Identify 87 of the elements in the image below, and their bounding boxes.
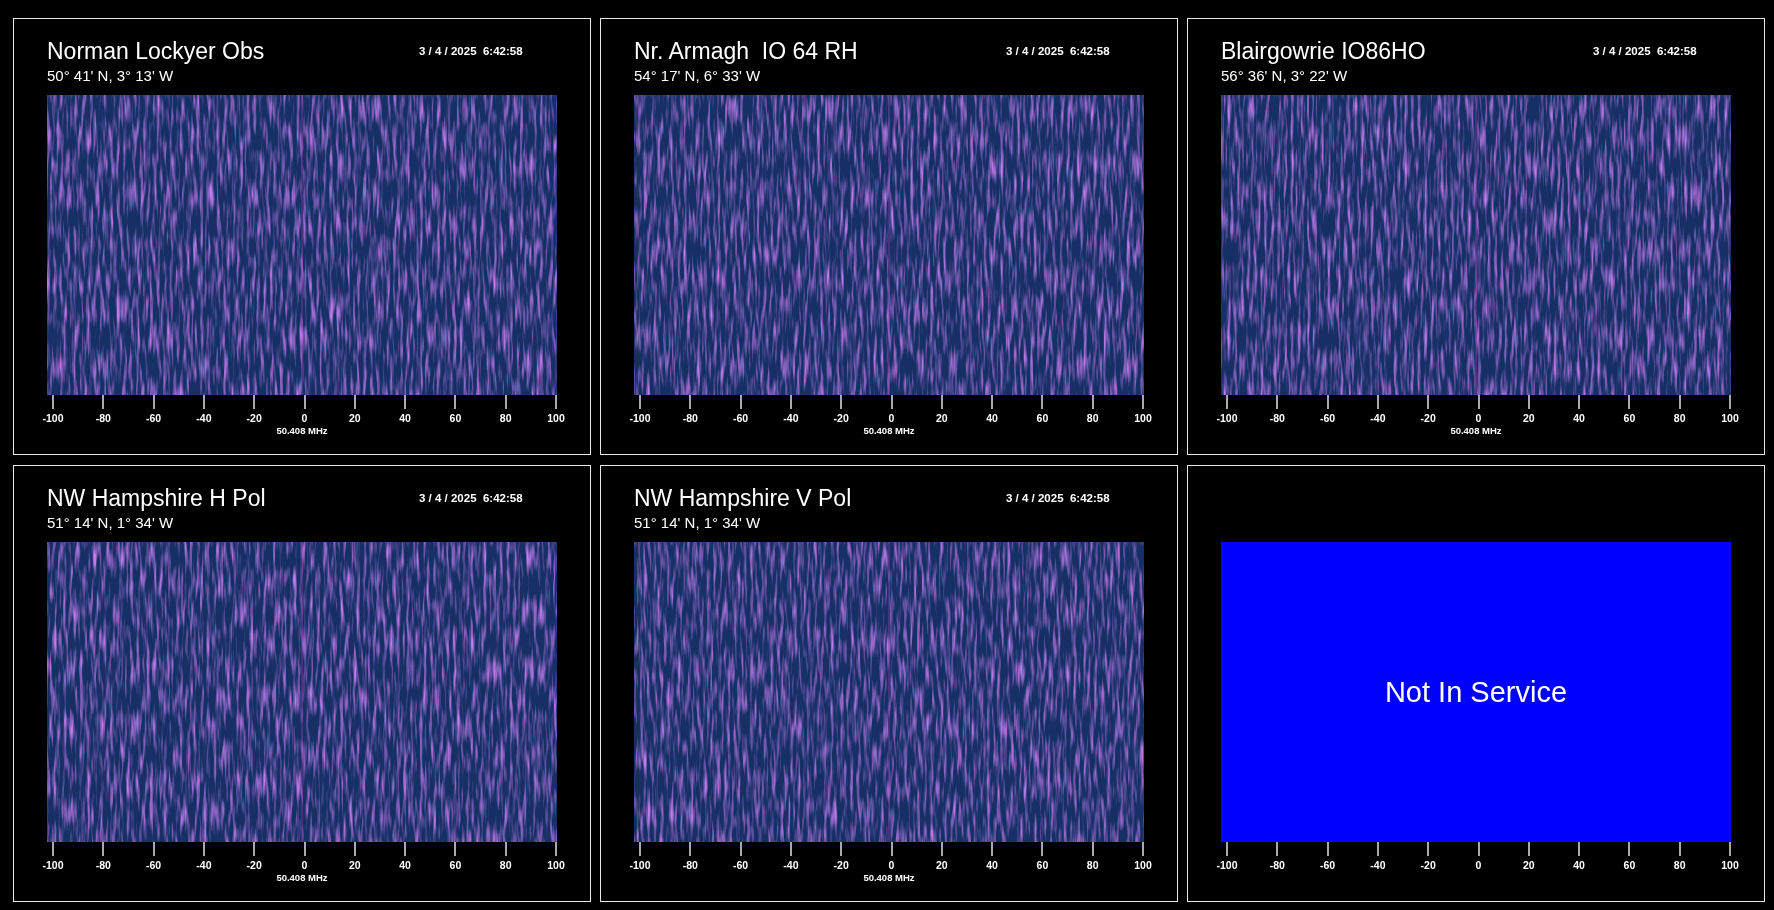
station-title: Blairgowrie IO86HO	[1221, 37, 1427, 65]
axis-tick-label: 20	[348, 412, 361, 424]
station-title: NW Hampshire H Pol	[47, 484, 267, 512]
axis-tick-label: -20	[833, 412, 849, 424]
axis-tick-label: 60	[1623, 412, 1636, 424]
axis-tick-label: -40	[196, 412, 212, 424]
axis-tick-label: -40	[783, 412, 799, 424]
timestamp: 3 / 4 / 2025 6:42:58	[419, 492, 523, 504]
axis-tick-label: -20	[246, 859, 262, 871]
axis-tick-label: 60	[449, 859, 462, 871]
axis-tick-label: 20	[935, 412, 948, 424]
axis-tick-label: -100	[42, 412, 64, 424]
axis-tick-label: -80	[1269, 412, 1285, 424]
axis-tick-label: 20	[348, 859, 361, 871]
axis-tick-label: 80	[1086, 412, 1099, 424]
axis-tick-label: -100	[1216, 412, 1238, 424]
axis-tick-label: 100	[1134, 859, 1152, 871]
axis-tick-label: -20	[1420, 859, 1436, 871]
axis-tick-label: -20	[833, 859, 849, 871]
axis-tick-label: -20	[1420, 412, 1436, 424]
axis-tick-label: -100	[629, 412, 651, 424]
axis-tick-label: 60	[1036, 412, 1049, 424]
axis-tick-label: -20	[246, 412, 262, 424]
axis-tick-label: -100	[42, 859, 64, 871]
axis-tick-label: -60	[733, 412, 749, 424]
axis-label: 50.408 MHz	[276, 425, 328, 436]
axis-tick-label: 0	[301, 412, 308, 424]
station-title: Norman Lockyer Obs	[47, 37, 266, 65]
axis-tick-label: -80	[682, 859, 698, 871]
axis-tick-label: 100	[1721, 859, 1739, 871]
axis-tick-label: 80	[1086, 859, 1099, 871]
axis-tick-label: 40	[1573, 412, 1585, 424]
axis-tick-label: 40	[399, 412, 411, 424]
axis-tick-label: -60	[1320, 412, 1336, 424]
axis-tick-label: -40	[1370, 859, 1386, 871]
axis-label: 50.408 MHz	[1450, 425, 1502, 436]
axis-tick-label: -60	[733, 859, 749, 871]
axis-tick-label: 0	[1475, 859, 1482, 871]
axis-tick-label: 80	[499, 412, 512, 424]
axis-tick-label: 100	[1134, 412, 1152, 424]
timestamp: 3 / 4 / 2025 6:42:58	[1593, 45, 1697, 57]
axis-tick-label: 20	[935, 859, 948, 871]
axis-tick-label: 80	[1673, 859, 1686, 871]
axis-tick-label: -80	[95, 412, 111, 424]
station-title: Nr. Armagh IO 64 RH	[634, 37, 859, 65]
axis-tick-label: 100	[1721, 412, 1739, 424]
axis-tick-label: 60	[449, 412, 462, 424]
axis-tick-label: -100	[629, 859, 651, 871]
axis-tick-label: -60	[146, 859, 162, 871]
axis-tick-label: -100	[1216, 859, 1238, 871]
axis-tick-label: 0	[888, 412, 895, 424]
axis-tick-label: 100	[547, 412, 565, 424]
station-location: 54° 17' N, 6° 33' W	[634, 66, 762, 86]
axis-tick-label: -80	[682, 412, 698, 424]
axis-tick-label: 80	[499, 859, 512, 871]
axis-tick-label: -40	[196, 859, 212, 871]
station-location: 51° 14' N, 1° 34' W	[634, 513, 762, 533]
station-location: 50° 41' N, 3° 13' W	[47, 66, 175, 86]
station-location: 51° 14' N, 1° 34' W	[47, 513, 175, 533]
axis-tick-label: 80	[1673, 412, 1686, 424]
axis-tick-label: 0	[1475, 412, 1482, 424]
status-message: Not In Service	[1384, 675, 1568, 709]
axis-label: 50.408 MHz	[863, 872, 915, 883]
axis-tick-label: -40	[783, 859, 799, 871]
axis-tick-label: 20	[1522, 412, 1535, 424]
axis-tick-label: -60	[1320, 859, 1336, 871]
timestamp: 3 / 4 / 2025 6:42:58	[1006, 492, 1110, 504]
station-title: NW Hampshire V Pol	[634, 484, 853, 512]
axis-tick-label: -60	[146, 412, 162, 424]
axis-tick-label: -80	[1269, 859, 1285, 871]
axis-tick-label: -80	[95, 859, 111, 871]
axis-tick-label: 0	[888, 859, 895, 871]
axis-tick-label: 20	[1522, 859, 1535, 871]
axis-tick-label: 60	[1623, 859, 1636, 871]
axis-label: 50.408 MHz	[276, 872, 328, 883]
axis-label: 50.408 MHz	[863, 425, 915, 436]
station-location: 56° 36' N, 3° 22' W	[1221, 66, 1349, 86]
axis-tick-label: 60	[1036, 859, 1049, 871]
axis-tick-label: 0	[301, 859, 308, 871]
axis-tick-label: 40	[1573, 859, 1585, 871]
axis-tick-label: 40	[986, 412, 998, 424]
timestamp: 3 / 4 / 2025 6:42:58	[1006, 45, 1110, 57]
axis-tick-label: 40	[986, 859, 998, 871]
axis-tick-label: 100	[547, 859, 565, 871]
timestamp: 3 / 4 / 2025 6:42:58	[419, 45, 523, 57]
axis-tick-label: 40	[399, 859, 411, 871]
axis-tick-label: -40	[1370, 412, 1386, 424]
